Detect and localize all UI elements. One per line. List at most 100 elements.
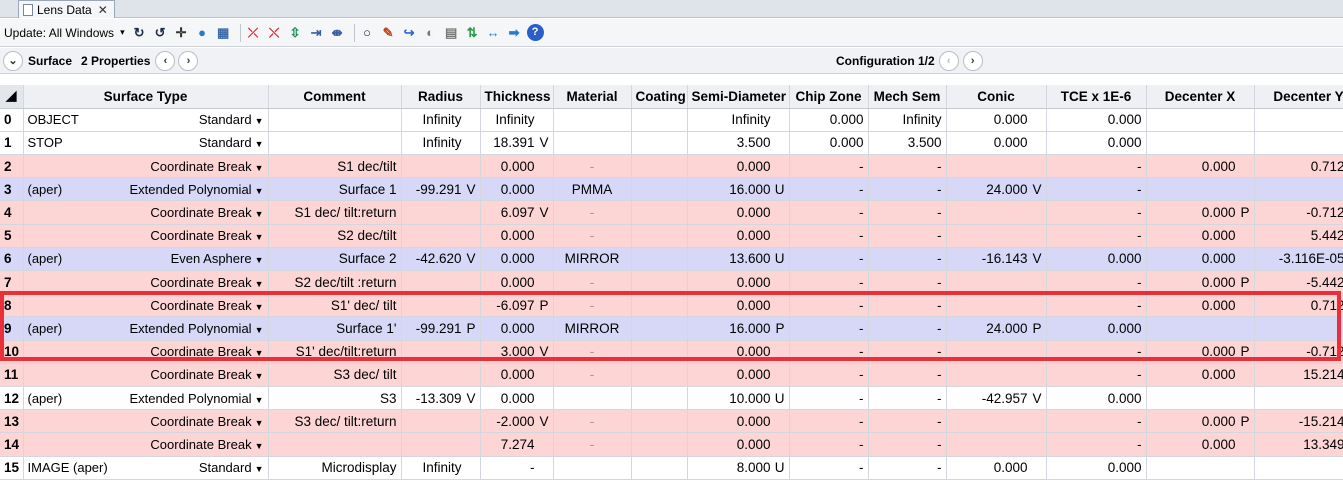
surface-type-cell[interactable]: (aper) Extended Polynomial ▼ [23,177,269,202]
coating-cell[interactable] [631,131,688,156]
material-cell[interactable]: - [553,340,632,364]
column-header[interactable]: Mech Sem [868,85,947,109]
tab-lens-data[interactable]: Lens Data ✕ [18,0,115,18]
column-header[interactable]: Decenter X [1146,85,1255,109]
globe-icon[interactable]: ● [194,24,211,41]
surface-type-cell[interactable]: Coordinate Break ▼ [23,293,269,318]
semi-diameter-cell[interactable]: 3.500 [687,131,790,156]
radius-cell[interactable] [401,154,481,179]
radius-cell[interactable] [401,200,481,225]
coating-cell[interactable] [631,456,688,480]
coating-cell[interactable] [631,363,688,387]
radius-cell[interactable] [401,270,481,295]
comment-cell[interactable]: S1 dec/ tilt:return [268,200,402,225]
radius-cell[interactable]: Infinity [401,108,481,132]
next-config-button[interactable]: › [962,51,983,71]
radius-cell[interactable] [401,340,481,364]
row-number[interactable]: 7 [0,270,24,295]
chevron-down-icon[interactable]: ▼ [255,441,264,451]
decenter-y-cell[interactable]: -5.442P [1254,270,1343,295]
semi-diameter-cell[interactable]: 13.600 U [687,247,790,272]
decenter-x-cell[interactable] [1146,131,1255,156]
chip-zone-cell[interactable]: - [789,363,869,387]
coating-cell[interactable] [631,386,688,411]
surface-type-cell[interactable]: (aper) Even Asphere ▼ [23,247,269,272]
comment-cell[interactable]: Surface 1 [268,177,402,202]
solve-marker[interactable]: P [1236,275,1249,290]
mech-semi-cell[interactable]: - [868,224,947,248]
row-number[interactable]: 2 [0,154,24,179]
comment-cell[interactable]: S1' dec/ tilt [268,293,402,318]
conic-cell[interactable]: 0.000 [946,131,1047,156]
tce-cell[interactable]: - [1046,340,1147,364]
solve-marker[interactable]: P [1236,344,1249,359]
surface-type-cell[interactable]: (aper) Extended Polynomial ▼ [23,316,269,341]
comment-cell[interactable]: S1' dec/tilt:return [268,340,402,364]
mech-semi-cell[interactable]: - [868,316,947,341]
solve-marker[interactable]: P [1236,205,1249,220]
decenter-y-cell[interactable] [1254,108,1343,132]
row-number[interactable]: 12 [0,386,24,411]
chevron-down-icon[interactable]: ▼ [255,464,264,474]
column-header[interactable]: Semi-Diameter [687,85,790,109]
mech-semi-cell[interactable]: - [868,409,947,434]
chevron-down-icon[interactable]: ▼ [255,302,264,312]
tce-cell[interactable]: - [1046,409,1147,434]
tce-cell[interactable]: 0.000 [1046,108,1147,132]
marker-icon[interactable]: ✎ [380,24,397,41]
semi-diameter-cell[interactable]: 16.000 P [687,316,790,341]
coating-cell[interactable] [631,270,688,295]
chevron-down-icon[interactable]: ▼ [255,209,264,219]
decenter-y-cell[interactable] [1254,131,1343,156]
radius-cell[interactable] [401,432,481,457]
mech-semi-cell[interactable]: Infinity [868,108,947,132]
column-header[interactable]: Surface Type [23,85,269,109]
solve-marker[interactable]: V [535,344,548,359]
mech-semi-cell[interactable]: - [868,270,947,295]
radius-cell[interactable] [401,293,481,318]
chip-zone-cell[interactable]: - [789,293,869,318]
corner-cell[interactable]: ◢ [0,85,24,109]
row-number[interactable]: 1 [0,131,24,156]
chip-zone-cell[interactable]: - [789,316,869,341]
chevron-down-icon[interactable]: ▼ [255,371,264,381]
decenter-x-cell[interactable] [1146,177,1255,202]
close-icon[interactable]: ✕ [98,3,108,17]
decenter-x-cell[interactable] [1146,108,1255,132]
decenter-x-cell[interactable]: 0.000 [1146,293,1255,318]
column-header[interactable]: Material [553,85,632,109]
solve-marker[interactable]: V [462,251,475,266]
semi-diameter-cell[interactable]: Infinity [687,108,790,132]
solve-marker[interactable]: P [771,321,784,336]
coating-cell[interactable] [631,108,688,132]
reverse-alt-icon[interactable]: ⤬ [266,24,283,41]
decenter-x-cell[interactable]: 0.000 P [1146,340,1255,364]
solve-marker[interactable]: V [462,182,475,197]
surface-type-cell[interactable]: (aper) Extended Polynomial ▼ [23,386,269,411]
decenter-y-cell[interactable]: -0.712P [1254,200,1343,225]
coating-cell[interactable] [631,177,688,202]
material-cell[interactable]: MIRROR [553,316,632,341]
arrow-icon[interactable]: ➡ [506,24,523,41]
decenter-y-cell[interactable]: -0.712P [1254,340,1343,364]
chevron-down-icon[interactable]: ▼ [255,348,264,358]
conic-cell[interactable] [946,340,1047,364]
solve-marker[interactable]: U [771,391,785,406]
reverse-icon[interactable]: ⤫ [245,24,262,41]
surface-type-cell[interactable]: STOP Standard ▼ [23,131,269,156]
prev-surface-button[interactable]: ‹ [155,50,176,71]
semi-diameter-cell[interactable]: 0.000 [687,154,790,179]
semi-diameter-cell[interactable]: 10.000 U [687,386,790,411]
tce-cell[interactable]: - [1046,293,1147,318]
chevron-down-icon[interactable]: ▼ [255,116,264,126]
coating-cell[interactable] [631,432,688,457]
conic-cell[interactable]: -16.143 V [946,247,1047,272]
material-cell[interactable]: - [553,432,632,457]
row-number[interactable]: 14 [0,432,24,457]
comment-cell[interactable]: S3 [268,386,402,411]
tce-cell[interactable]: - [1046,224,1147,248]
material-cell[interactable] [553,386,632,411]
column-header[interactable]: Coating [631,85,688,109]
mech-semi-cell[interactable]: 3.500 [868,131,947,156]
semi-diameter-cell[interactable]: 0.000 [687,432,790,457]
